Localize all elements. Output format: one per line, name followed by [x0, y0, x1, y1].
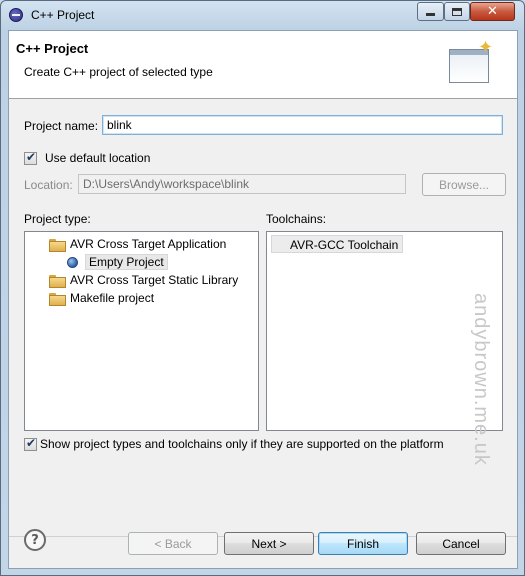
toolchains-label: Toolchains:	[266, 212, 327, 226]
maximize-button[interactable]	[444, 2, 470, 21]
project-name-label: Project name:	[24, 119, 99, 133]
folder-icon	[49, 238, 66, 252]
tree-item-empty-project[interactable]: Empty Project	[67, 253, 168, 271]
location-input[interactable]	[78, 174, 406, 194]
dialog-window: C++ Project ✕ C++ Project Create C++ pro…	[0, 0, 525, 576]
list-item-label: AVR-GCC Toolchain	[290, 237, 399, 252]
sparkle-icon: ✦	[478, 37, 494, 58]
location-label: Location:	[24, 178, 73, 192]
use-default-location-checkbox[interactable]: ✔	[24, 150, 37, 165]
maximize-icon	[452, 7, 462, 16]
folder-icon	[49, 292, 66, 306]
use-default-location-label: Use default location	[45, 151, 151, 165]
browse-button[interactable]: Browse...	[422, 173, 506, 196]
page-description: Create C++ project of selected type	[24, 65, 213, 79]
show-supported-only-label: Show project types and toolchains only i…	[40, 437, 444, 451]
window-title: C++ Project	[31, 8, 95, 22]
next-button[interactable]: Next >	[224, 532, 314, 555]
page-title: C++ Project	[16, 41, 89, 56]
help-icon[interactable]: ?	[24, 529, 46, 551]
tree-item-label: Empty Project	[85, 254, 168, 270]
project-type-tree[interactable]: AVR Cross Target Application Empty Proje…	[24, 231, 259, 431]
minimize-button[interactable]	[417, 2, 444, 21]
tree-item-label: AVR Cross Target Static Library	[70, 273, 239, 287]
toolchain-icon	[275, 239, 286, 250]
checkmark-icon: ✔	[26, 436, 37, 450]
tree-item-label: AVR Cross Target Application	[70, 237, 227, 251]
wizard-header: C++ Project Create C++ project of select…	[9, 31, 517, 99]
close-button[interactable]: ✕	[470, 2, 515, 21]
tree-item-avr-cross-target-static-library[interactable]: AVR Cross Target Static Library	[49, 271, 238, 289]
project-name-input[interactable]	[102, 115, 503, 135]
folder-icon	[49, 274, 66, 288]
minimize-icon	[426, 13, 435, 16]
project-type-label: Project type:	[24, 212, 91, 226]
list-item-avr-gcc-toolchain[interactable]: AVR-GCC Toolchain	[271, 235, 404, 253]
project-type-icon	[67, 256, 78, 268]
title-bar[interactable]: C++ Project ✕	[1, 1, 524, 29]
watermark-text: andybrown.me.uk	[470, 293, 492, 466]
tree-item-avr-cross-target-application[interactable]: AVR Cross Target Application	[49, 235, 226, 253]
close-icon: ✕	[487, 4, 498, 19]
tree-item-label: Makefile project	[70, 291, 155, 305]
finish-button[interactable]: Finish	[318, 532, 408, 555]
cancel-button[interactable]: Cancel	[416, 532, 506, 555]
back-button[interactable]: < Back	[128, 532, 218, 555]
checkmark-icon: ✔	[26, 150, 37, 164]
eclipse-icon	[9, 8, 23, 22]
show-supported-only-checkbox[interactable]: ✔	[24, 436, 37, 451]
wizard-banner-icon: ✦	[449, 37, 493, 87]
dialog-client-area: C++ Project Create C++ project of select…	[8, 30, 518, 569]
tree-item-makefile-project[interactable]: Makefile project	[49, 289, 154, 307]
